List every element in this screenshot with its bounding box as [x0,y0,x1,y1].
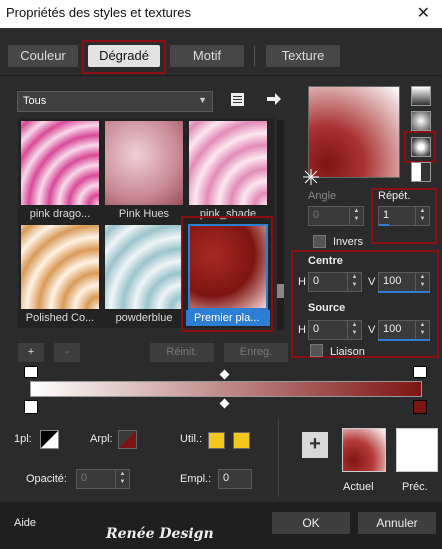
current-label: Actuel [343,481,374,493]
angle-field[interactable]: 0 ▲ ▼ [308,206,364,226]
centre-v-field[interactable]: 100 ▲ ▼ [378,272,430,292]
spin-arrows-icon[interactable]: ▲ ▼ [347,321,361,339]
opacity-stop-label: 1pl: [14,433,32,445]
centre-v-label: V [368,276,376,288]
scrollbar[interactable] [277,120,284,330]
link-label: Liaison [330,346,365,358]
source-v-value: 100 [383,323,402,335]
current-gradient-preview[interactable] [342,428,386,472]
add-to-library-button[interactable]: + [302,432,328,458]
help-link[interactable]: Aide [14,517,36,529]
opacity-field-label: Opacité: [26,473,67,485]
gradient-thumb-label: Polished Co... [25,312,95,324]
util-label: Util.: [180,433,202,445]
color-midpoint[interactable] [219,398,230,409]
user-color-swatch-2[interactable] [233,432,250,449]
gradient-thumb[interactable] [104,224,184,310]
gradient-thumb-label: powderblue [115,312,173,324]
save-gradient-icon[interactable] [229,91,247,108]
centre-h-field[interactable]: 0 ▲ ▼ [308,272,362,292]
centre-h-label: H [298,276,306,288]
empl-field[interactable]: 0 [218,469,252,489]
tab-divider [254,46,255,66]
centre-v-slider[interactable] [378,291,430,293]
category-dropdown[interactable]: Tous ▼ [17,91,213,112]
source-h-value: 0 [313,323,320,335]
tab-texture[interactable]: Texture [266,45,340,67]
gradient-thumb[interactable] [104,120,184,206]
close-icon[interactable]: ✕ [417,3,430,23]
spin-arrows-icon[interactable]: ▲ ▼ [415,321,429,339]
source-v-label: V [368,324,376,336]
chevron-down-icon: ▼ [198,95,207,105]
spin-arrows-icon[interactable]: ▲ ▼ [347,273,361,291]
tab-motif[interactable]: Motif [170,45,244,67]
gradient-thumb[interactable] [20,120,100,206]
previous-label: Préc. [402,481,428,493]
sunburst-style-button[interactable] [411,162,431,182]
centre-v-value: 100 [383,275,402,287]
source-v-slider[interactable] [378,339,430,341]
color-stop-right[interactable] [413,400,427,414]
center-crosshair-icon[interactable] [302,168,320,186]
source-h-field[interactable]: 0 ▲ ▼ [308,320,362,340]
gradient-thumb[interactable] [20,224,100,310]
user-color-swatch-1[interactable] [208,432,225,449]
source-h-label: H [298,324,306,336]
source-v-field[interactable]: 100 ▲ ▼ [378,320,430,340]
scrollbar-thumb[interactable] [277,284,284,298]
link-checkbox[interactable] [310,344,323,357]
rectangular-style-button[interactable] [411,111,431,131]
opacity-stop-right[interactable] [413,366,427,378]
opacity-field[interactable]: 0 ▲ ▼ [76,469,130,489]
watermark: Renée Design [106,526,214,542]
category-value: Tous [23,95,47,107]
stop-foreground-icon[interactable] [40,430,59,449]
arpl-label: Arpl: [90,433,113,445]
remove-button[interactable]: - [54,343,80,362]
opacity-midpoint[interactable] [219,369,230,380]
gradient-bar[interactable] [30,381,422,397]
invert-label: Invers [333,236,363,248]
color-stop-left[interactable] [24,400,38,414]
arrow-right-icon[interactable] [266,91,282,107]
source-label: Source [308,302,346,314]
spin-arrows-icon[interactable]: ▲ ▼ [415,273,429,291]
reset-button[interactable]: Réinit. [150,343,214,362]
ok-button[interactable]: OK [272,512,350,534]
opacity-value: 0 [81,472,88,484]
spin-arrows-icon[interactable]: ▲ ▼ [115,470,129,488]
save-button[interactable]: Enreg. [224,343,288,362]
gradient-thumb-label: pink drago... [29,208,91,220]
angle-value: 0 [313,209,320,221]
cancel-button[interactable]: Annuler [358,512,436,534]
invert-checkbox[interactable] [313,235,326,248]
gradient-thumb-label: Pink Hues [118,208,170,220]
centre-label: Centre [308,255,343,267]
window-title: Propriétés des styles et textures [6,5,191,20]
previous-color-preview[interactable] [396,428,438,472]
gradient-thumb[interactable] [188,120,268,206]
add-button[interactable]: + [18,343,44,362]
tab-couleur[interactable]: Couleur [8,45,78,67]
opacity-stop-left[interactable] [24,366,38,378]
title-bar: Propriétés des styles et textures ✕ [0,0,442,28]
linear-style-button[interactable] [411,86,431,106]
centre-h-value: 0 [313,275,320,287]
empl-value: 0 [223,472,230,484]
stop-background-icon[interactable] [118,430,137,449]
angle-label: Angle [308,190,337,202]
empl-label: Empl.: [180,473,212,485]
gradient-preview[interactable] [308,86,400,178]
spin-arrows-icon[interactable]: ▲ ▼ [349,207,363,225]
